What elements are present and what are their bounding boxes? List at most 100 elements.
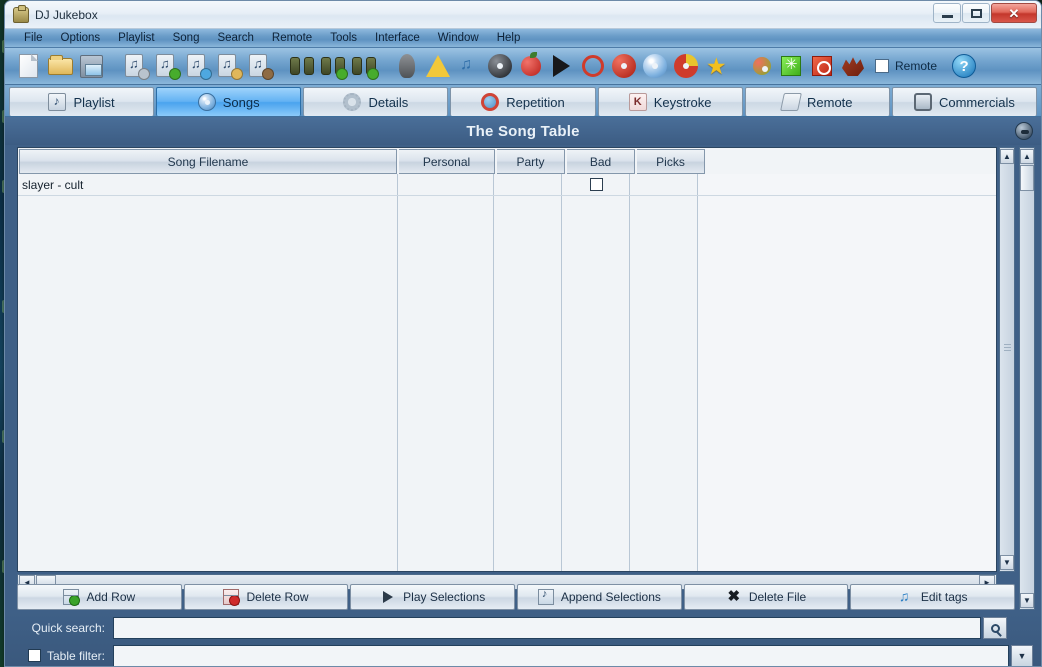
tab-details[interactable]: Details: [303, 87, 449, 116]
scroll-up-icon[interactable]: ▲: [1000, 149, 1014, 164]
search-binoculars-icon[interactable]: [287, 51, 317, 81]
remote-tab-icon: [780, 93, 802, 111]
mixer-icon[interactable]: [745, 51, 775, 81]
menu-item-song[interactable]: Song: [164, 29, 209, 48]
cell-personal[interactable]: [398, 174, 494, 195]
bad-checkbox[interactable]: [589, 178, 603, 191]
cell-bad[interactable]: [562, 174, 630, 195]
save-disk-icon[interactable]: [77, 51, 107, 81]
menu-item-window[interactable]: Window: [429, 29, 488, 48]
window-scroll-thumb[interactable]: [1020, 165, 1034, 191]
menu-item-interface[interactable]: Interface: [366, 29, 429, 48]
edit-tags-icon: [898, 588, 914, 605]
burn-cd-icon[interactable]: [578, 51, 608, 81]
delete-row-label: Delete Row: [246, 590, 309, 604]
quick-search-button[interactable]: [983, 617, 1007, 639]
window-scroll-track[interactable]: [1020, 165, 1034, 592]
column-header-personal[interactable]: Personal: [399, 149, 495, 174]
menu-item-playlist[interactable]: Playlist: [109, 29, 163, 48]
table-scroll-track[interactable]: [1000, 165, 1014, 554]
menu-item-help[interactable]: Help: [488, 29, 530, 48]
table-filter-input[interactable]: [113, 645, 1009, 666]
warning-triangle-icon[interactable]: [423, 51, 453, 81]
cell-picks[interactable]: [630, 174, 698, 195]
table-column-guides: [18, 174, 996, 571]
tab-repetition[interactable]: Repetition: [450, 87, 596, 116]
power-red-icon[interactable]: [807, 51, 837, 81]
maximize-button[interactable]: [962, 3, 990, 23]
append-selections-button[interactable]: Append Selections: [517, 584, 682, 610]
help-question-icon[interactable]: ?: [949, 51, 979, 81]
cell-song-filename[interactable]: slayer - cult: [18, 174, 398, 195]
table-row[interactable]: slayer - cult: [18, 174, 996, 196]
table-filter-checkbox[interactable]: [27, 649, 41, 662]
window-scroll-down-icon[interactable]: ▼: [1020, 593, 1034, 608]
table-vertical-scrollbar[interactable]: ▲ ▼: [999, 147, 1015, 572]
menu-item-remote[interactable]: Remote: [263, 29, 321, 48]
record-play-icon[interactable]: [485, 51, 515, 81]
minimize-button[interactable]: [933, 3, 961, 23]
song-refresh-icon[interactable]: [182, 51, 212, 81]
apple-icon[interactable]: [516, 51, 546, 81]
search-prev-binoculars-icon[interactable]: [349, 51, 379, 81]
tab-bar: Playlist Songs Details Repetition K Keys…: [5, 85, 1041, 117]
remote-toggle[interactable]: Remote: [875, 59, 937, 73]
sparkle-green-icon[interactable]: [776, 51, 806, 81]
menu-item-options[interactable]: Options: [52, 29, 110, 48]
tab-playlist-label: Playlist: [73, 94, 115, 110]
tab-keystroke[interactable]: K Keystroke: [597, 87, 743, 116]
window-scroll-up-icon[interactable]: ▲: [1020, 149, 1034, 164]
quick-search-input[interactable]: [113, 617, 981, 639]
append-icon: [537, 588, 554, 605]
song-folder-icon[interactable]: [213, 51, 243, 81]
play-selections-button[interactable]: Play Selections: [350, 584, 516, 610]
close-button[interactable]: ✕: [991, 3, 1037, 23]
pie-chart-icon[interactable]: [671, 51, 701, 81]
title-bar[interactable]: DJ Jukebox ✕: [5, 1, 1041, 29]
column-header-bad[interactable]: Bad: [567, 149, 635, 174]
table-header-row: Song Filename Personal Party Bad Picks: [18, 148, 996, 174]
dragon-icon[interactable]: [838, 51, 868, 81]
cd-disc-icon[interactable]: [640, 51, 670, 81]
song-move-icon[interactable]: [244, 51, 274, 81]
new-file-icon[interactable]: [15, 51, 45, 81]
play-selections-label: Play Selections: [403, 590, 486, 604]
column-header-party[interactable]: Party: [497, 149, 565, 174]
tab-remote[interactable]: Remote: [744, 87, 890, 116]
tab-commercials[interactable]: Commercials: [891, 87, 1037, 116]
edit-tags-button[interactable]: Edit tags: [850, 584, 1016, 610]
tab-repetition-label: Repetition: [506, 94, 565, 110]
artist-head-icon[interactable]: [392, 51, 422, 81]
star-icon[interactable]: ★: [702, 51, 732, 81]
flag-icon[interactable]: [547, 51, 577, 81]
menu-item-tools[interactable]: Tools: [321, 29, 366, 48]
chevron-down-icon[interactable]: ▼: [1011, 645, 1033, 666]
remote-checkbox[interactable]: [875, 59, 889, 73]
menu-bar: File Options Playlist Song Search Remote…: [5, 29, 1041, 48]
minimize-icon: [941, 14, 953, 18]
song-add-icon[interactable]: [151, 51, 181, 81]
menu-item-file[interactable]: File: [15, 29, 52, 48]
tab-songs[interactable]: Songs: [156, 87, 302, 116]
column-header-picks[interactable]: Picks: [637, 149, 705, 174]
red-ball-icon[interactable]: [609, 51, 639, 81]
panel-knob-icon[interactable]: [1015, 122, 1033, 140]
cell-party[interactable]: [494, 174, 562, 195]
note-search-icon[interactable]: ♫: [454, 51, 484, 81]
song-settings-icon[interactable]: [120, 51, 150, 81]
column-header-song-filename[interactable]: Song Filename: [19, 149, 397, 174]
menu-item-search[interactable]: Search: [208, 29, 262, 48]
dj-jukebox-window: DJ Jukebox ✕ File Options Playlist Song …: [4, 0, 1042, 667]
panel-header: The Song Table: [5, 117, 1041, 145]
action-button-bar: Add Row Delete Row Play Selections Appen…: [17, 584, 1016, 610]
open-folder-icon[interactable]: [46, 51, 76, 81]
delete-file-button[interactable]: ✖ Delete File: [683, 584, 849, 610]
window-vertical-scrollbar[interactable]: ▲ ▼: [1019, 147, 1035, 610]
scroll-down-icon[interactable]: ▼: [1000, 555, 1014, 570]
delete-row-button[interactable]: Delete Row: [183, 584, 349, 610]
tab-playlist[interactable]: Playlist: [9, 87, 155, 116]
songs-panel: The Song Table Song Filename Personal Pa…: [5, 117, 1041, 666]
search-next-binoculars-icon[interactable]: [318, 51, 348, 81]
add-row-button[interactable]: Add Row: [17, 584, 182, 610]
gear-tab-icon: [343, 93, 362, 111]
